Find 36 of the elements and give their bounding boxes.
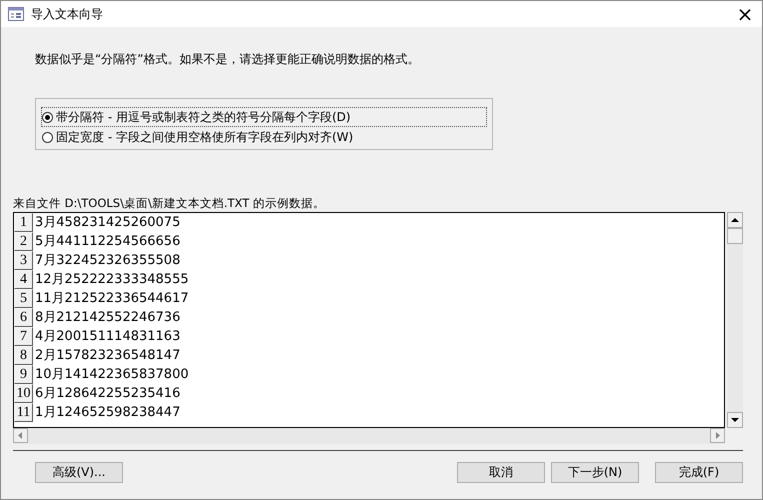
- window-title: 导入文本向导: [31, 6, 103, 22]
- form-icon: [8, 7, 24, 21]
- row-number: 10: [14, 384, 33, 403]
- row-number: 1: [14, 213, 33, 232]
- data-line: 6月128642255235416: [34, 385, 180, 403]
- data-line: 2月157823236548147: [34, 347, 180, 365]
- horizontal-scrollbar[interactable]: [13, 428, 725, 444]
- row-number: 8: [14, 346, 33, 365]
- row-number: 11: [14, 403, 33, 422]
- row-number: 9: [14, 365, 33, 384]
- row-number: 6: [14, 308, 33, 327]
- close-button[interactable]: ×: [728, 1, 762, 27]
- wizard-button[interactable]: 完成(F): [655, 462, 743, 483]
- wizard-button[interactable]: 高级(V)...: [35, 462, 123, 483]
- row-number: 3: [14, 251, 33, 270]
- data-line: 1月124652598238447: [34, 404, 180, 422]
- format-radio[interactable]: 带分隔符 - 用逗号或制表符之类的符号分隔每个字段(D): [42, 108, 486, 126]
- data-line: 12月252222333348555: [34, 271, 189, 289]
- data-line: 5月441112254566656: [34, 233, 180, 251]
- data-line: 4月200151114831163: [34, 328, 180, 346]
- data-line: 10月141422365837800: [34, 366, 189, 384]
- scroll-thumb-icon[interactable]: [727, 228, 743, 244]
- format-radio[interactable]: 固定宽度 - 字段之间使用空格使所有字段在列内对齐(W): [42, 128, 358, 146]
- row-number: 7: [14, 327, 33, 346]
- data-line: 7月322452326355508: [34, 252, 180, 270]
- data-line: 3月458231425260075: [34, 214, 180, 232]
- row-number: 4: [14, 270, 33, 289]
- data-line: 11月212522336544617: [34, 290, 189, 308]
- row-number: 5: [14, 289, 33, 308]
- instruction-text: 数据似乎是“分隔符”格式。如果不是，请选择更能正确说明数据的格式。: [35, 51, 420, 68]
- wizard-button[interactable]: 下一步(N): [551, 462, 639, 483]
- preview-caption: 来自文件 D:\TOOLS\桌面\新建文本文档.TXT 的示例数据。: [13, 196, 326, 211]
- vertical-scrollbar[interactable]: [727, 212, 743, 428]
- wizard-button[interactable]: 取消: [457, 462, 545, 483]
- row-number: 2: [14, 232, 33, 251]
- data-line: 8月212142552246736: [34, 309, 180, 327]
